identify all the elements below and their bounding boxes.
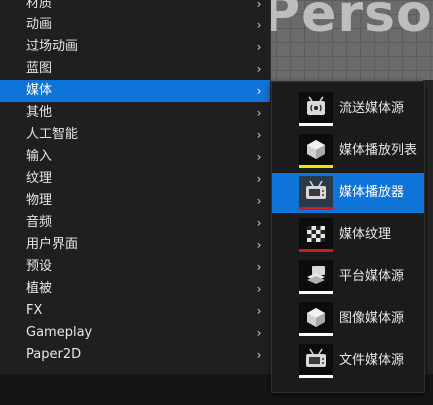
menu-item-label: 输入: [26, 149, 53, 164]
menu-item-ai[interactable]: 人工智能 ›: [0, 124, 270, 146]
menu-item-cinematics[interactable]: 过场动画 ›: [0, 36, 270, 58]
menu-item-label: 材质: [26, 0, 53, 11]
menu-item-audio[interactable]: 音频 ›: [0, 212, 270, 234]
menu-item-animation[interactable]: 动画 ›: [0, 14, 270, 36]
menu-item-label: 过场动画: [26, 39, 79, 54]
menu-item-media[interactable]: 媒体 ›: [0, 80, 270, 102]
chevron-right-icon: ›: [256, 238, 262, 252]
submenu-item-label: 文件媒体源: [339, 353, 405, 368]
chevron-right-icon: ›: [256, 260, 262, 274]
chevron-right-icon: ›: [256, 0, 262, 11]
menu-item-gameplay[interactable]: Gameplay ›: [0, 322, 270, 344]
asset-color-bar: [299, 165, 333, 168]
menu-item-label: 其他: [26, 105, 53, 120]
menu-item-other[interactable]: 其他 ›: [0, 102, 270, 124]
submenu-item-media-texture[interactable]: 媒体纹理: [272, 215, 424, 255]
asset-color-bar: [299, 249, 333, 252]
menu-item-input[interactable]: 输入 ›: [0, 146, 270, 168]
asset-color-bar: [299, 207, 333, 210]
chevron-right-icon: ›: [256, 84, 262, 98]
menu-item-paper2d[interactable]: Paper2D ›: [0, 344, 270, 366]
viewport-overlay-text: Perso: [262, 0, 433, 44]
media-texture-icon: [299, 218, 333, 249]
media-playlist-icon: [299, 134, 333, 165]
menu-item-label: Paper2D: [26, 347, 82, 362]
chevron-right-icon: ›: [256, 150, 262, 164]
menu-item-label: 蓝图: [26, 61, 53, 76]
media-player-icon: [299, 176, 333, 207]
chevron-right-icon: ›: [256, 128, 262, 142]
menu-item-presets[interactable]: 预设 ›: [0, 256, 270, 278]
chevron-right-icon: ›: [256, 326, 262, 340]
asset-color-bar: [299, 375, 333, 378]
chevron-right-icon: ›: [256, 106, 262, 120]
menu-item-label: 植被: [26, 281, 53, 296]
chevron-right-icon: ›: [256, 172, 262, 186]
menu-item-user-interface[interactable]: 用户界面 ›: [0, 234, 270, 256]
menu-item-physics[interactable]: 物理 ›: [0, 190, 270, 212]
menu-item-materials[interactable]: 材质 ›: [0, 0, 270, 15]
chevron-right-icon: ›: [256, 216, 262, 230]
submenu-item-media-player[interactable]: 媒体播放器: [272, 173, 424, 213]
menu-item-label: 人工智能: [26, 127, 79, 142]
chevron-right-icon: ›: [256, 348, 262, 362]
chevron-right-icon: ›: [256, 304, 262, 318]
image-media-source-icon: [299, 302, 333, 333]
menu-item-label: 媒体: [26, 83, 53, 98]
chevron-right-icon: ›: [256, 194, 262, 208]
menu-item-label: 物理: [26, 193, 53, 208]
submenu-item-file-media-source[interactable]: 文件媒体源: [272, 341, 424, 381]
menu-item-label: 纹理: [26, 171, 53, 186]
menu-item-label: 预设: [26, 259, 53, 274]
stream-media-source-icon: [299, 92, 333, 123]
menu-item-blueprint[interactable]: 蓝图 ›: [0, 58, 270, 80]
chevron-right-icon: ›: [256, 18, 262, 32]
submenu-item-platform-media-source[interactable]: 平台媒体源: [272, 257, 424, 297]
submenu-item-image-media-source[interactable]: 图像媒体源: [272, 299, 424, 339]
asset-color-bar: [299, 333, 333, 336]
menu-item-label: 音频: [26, 215, 53, 230]
menu-item-label: Gameplay: [26, 325, 93, 340]
chevron-right-icon: ›: [256, 62, 262, 76]
submenu-item-media-playlist[interactable]: 媒体播放列表: [272, 131, 424, 171]
submenu-item-label: 媒体纹理: [339, 227, 392, 242]
menu-item-label: FX: [26, 303, 43, 318]
submenu-item-label: 平台媒体源: [339, 269, 405, 284]
chevron-right-icon: ›: [256, 40, 262, 54]
file-media-source-icon: [299, 344, 333, 375]
menu-item-foliage[interactable]: 植被 ›: [0, 278, 270, 300]
asset-color-bar: [299, 123, 333, 126]
submenu-item-label: 图像媒体源: [339, 311, 405, 326]
menu-item-fx[interactable]: FX ›: [0, 300, 270, 322]
menu-item-label: 用户界面: [26, 237, 79, 252]
chevron-right-icon: ›: [256, 282, 262, 296]
submenu-item-label: 媒体播放列表: [339, 143, 418, 158]
submenu-item-label: 流送媒体源: [339, 101, 405, 116]
asset-color-bar: [299, 291, 333, 294]
media-submenu: 流送媒体源 媒体播放列表 媒体播放器 媒体纹理 平台媒体源 图像媒体源 文件媒体…: [271, 81, 425, 393]
submenu-item-stream-media-source[interactable]: 流送媒体源: [272, 89, 424, 129]
category-menu: 材质 › 动画 › 过场动画 › 蓝图 › 媒体 › 其他 › 人工智能 › 输…: [0, 0, 271, 374]
menu-item-texture[interactable]: 纹理 ›: [0, 168, 270, 190]
platform-media-source-icon: [299, 260, 333, 291]
submenu-item-label: 媒体播放器: [339, 185, 405, 200]
menu-item-label: 动画: [26, 17, 53, 32]
